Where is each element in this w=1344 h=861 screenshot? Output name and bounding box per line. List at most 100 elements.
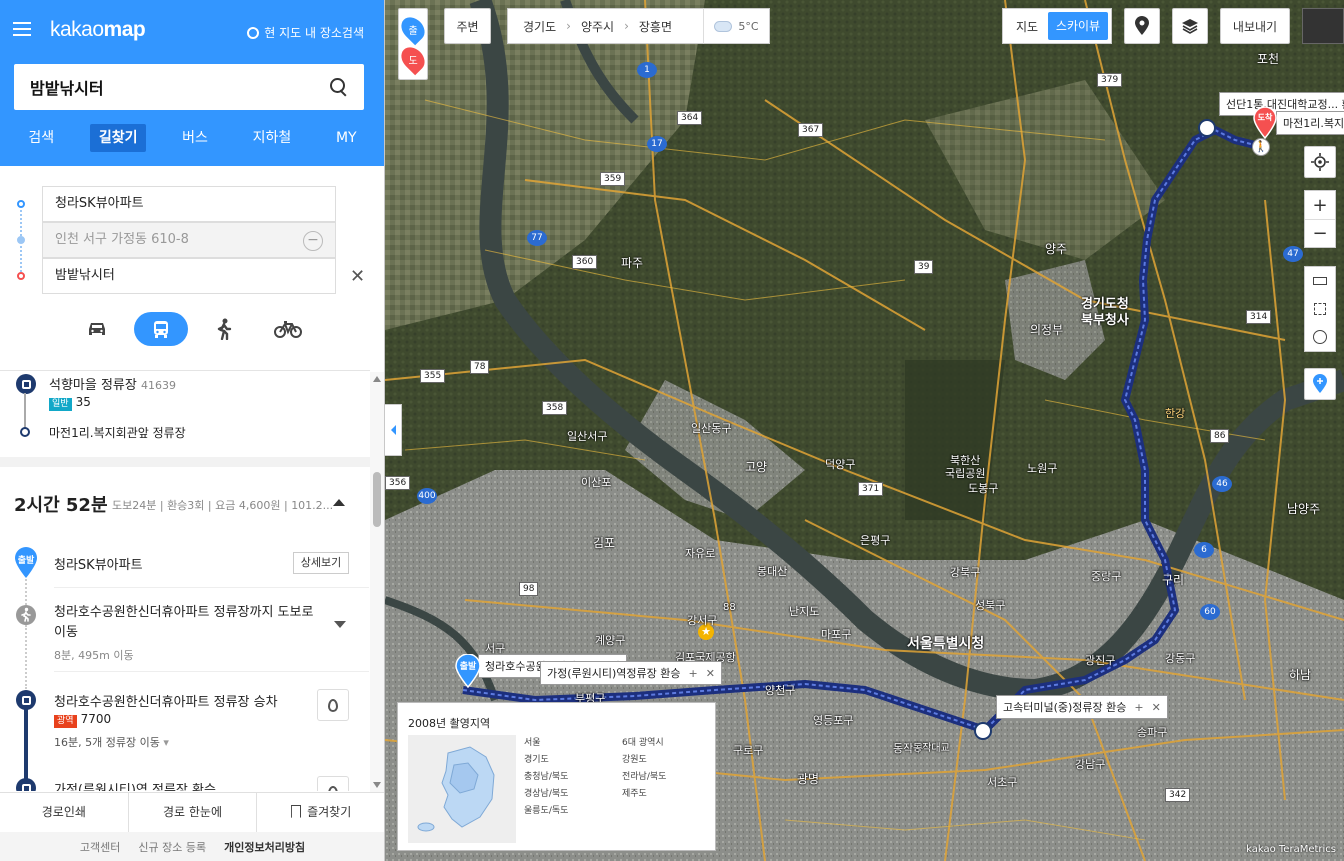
walk-icon[interactable] — [197, 312, 251, 346]
route-label-transfer2[interactable]: 고속터미널(중)정류장 환승 + ✕ — [996, 695, 1168, 719]
privacy-link[interactable]: 개인정보처리방침 — [224, 839, 305, 855]
scroll-down-icon[interactable] — [373, 782, 381, 788]
weather-widget[interactable]: 5°C — [703, 8, 770, 44]
map-label-seongbuk[interactable]: 성북구 — [975, 597, 1005, 613]
end-pin-icon[interactable]: 도착 — [1252, 106, 1278, 140]
bus-stop-icon[interactable] — [974, 722, 992, 740]
board-step-title[interactable]: 청라호수공원한신더휴아파트 정류장 승차 — [54, 691, 278, 710]
map-label-yeongdeungpo[interactable]: 영등포구 — [813, 712, 853, 728]
map-label-hanam[interactable]: 하남 — [1289, 666, 1311, 683]
map-label-pocheon[interactable]: 포천 — [1257, 50, 1279, 67]
map-label-seocho[interactable]: 서초구 — [987, 774, 1017, 790]
minimap-thumbnail[interactable] — [1302, 8, 1344, 44]
map-label-namyangju[interactable]: 남양주 — [1287, 500, 1320, 517]
map-label-dongjakgyo[interactable]: 동작대교 — [913, 739, 950, 754]
locate-on-map-button[interactable] — [317, 776, 349, 791]
export-button[interactable]: 내보내기 — [1220, 8, 1290, 44]
favorite-button[interactable]: 즐겨찾기 — [257, 793, 384, 832]
via-field[interactable]: 인천 서구 가정동 610-8− — [42, 222, 336, 258]
map-label-deogyang[interactable]: 덕양구 — [825, 456, 855, 472]
map-label-nowon[interactable]: 노원구 — [1027, 460, 1057, 476]
search-icon[interactable] — [330, 78, 348, 96]
tab-directions[interactable]: 길찾기 — [89, 124, 147, 152]
location-pin-button[interactable] — [1124, 8, 1160, 44]
map-label-gwangjin[interactable]: 광진구 — [1085, 652, 1115, 668]
kakaomap-logo[interactable]: kakaomap — [50, 18, 146, 42]
map-label-guro[interactable]: 구로구 — [733, 742, 763, 758]
map-label-guri[interactable]: 구리 — [1162, 571, 1184, 588]
expand-icon[interactable]: + — [689, 667, 698, 680]
map-label-paju[interactable]: 파주 — [621, 254, 643, 271]
end-field[interactable]: 밤밭낚시터 — [42, 258, 336, 294]
map-label-bongdaesan[interactable]: 봉대산 — [757, 563, 787, 579]
map-label-dobong[interactable]: 도봉구 — [968, 480, 998, 496]
route-label-end[interactable]: 마전1리.복지회 — [1276, 111, 1344, 135]
remove-via-icon[interactable]: − — [303, 231, 323, 251]
map-label-gimpo[interactable]: 김포 — [593, 534, 615, 551]
start-stop-name[interactable]: 청라SK뷰아파트 — [54, 554, 143, 573]
set-end-button[interactable]: 도 — [396, 42, 430, 76]
locate-on-map-button[interactable] — [317, 689, 349, 721]
set-start-button[interactable]: 출 — [396, 12, 430, 46]
prev-stop-end[interactable]: 마전1리.복지회관앞 정류장 — [49, 424, 186, 441]
current-location-button[interactable] — [1304, 146, 1336, 178]
close-icon[interactable]: ✕ — [350, 266, 365, 287]
map-label-ilsandong[interactable]: 일산동구 — [691, 420, 731, 436]
start-field[interactable]: 청라SK뷰아파트 — [42, 186, 336, 222]
close-icon[interactable]: ✕ — [706, 667, 715, 680]
route-total-time[interactable]: 2시간 52분 — [14, 491, 108, 517]
walk-step-title[interactable]: 청라호수공원한신더휴아파트 정류장까지 도보로 이동 — [54, 603, 319, 643]
compass-icon[interactable] — [1305, 323, 1335, 351]
menu-icon[interactable] — [13, 22, 31, 36]
map-label-uijeongbu[interactable]: 의정부 — [1030, 321, 1063, 338]
route-overview-button[interactable]: 경로 한눈에 — [129, 793, 258, 832]
map-label-jungnang[interactable]: 중랑구 — [1091, 568, 1121, 584]
map-view[interactable]: 파주 고양 김포 서울특별시청 의정부 양주 구리 남양주 하남 광명 포천 경… — [385, 0, 1344, 861]
scroll-up-icon[interactable] — [373, 376, 381, 382]
sidebar-collapse-button[interactable] — [385, 404, 402, 456]
breadcrumb-item[interactable]: 양주시 — [581, 18, 614, 35]
scroll-thumb[interactable] — [373, 472, 381, 527]
map-label-hangang[interactable]: 한강 — [1165, 405, 1185, 421]
add-place-button[interactable] — [1304, 368, 1336, 400]
map-label-seoul[interactable]: 서울특별시청 — [907, 633, 984, 653]
map-label-songpa[interactable]: 송파구 — [1137, 724, 1167, 740]
prev-stop-name[interactable]: 석향마을 정류장 41639 — [49, 374, 176, 393]
tab-subway[interactable]: 지하철 — [244, 124, 301, 152]
map-label-gangseo[interactable]: 강서구 — [687, 612, 717, 628]
nearby-button[interactable]: 주변 — [444, 8, 491, 44]
map-label-yangcheon[interactable]: 양천구 — [765, 682, 795, 698]
collapse-route-icon[interactable] — [333, 499, 345, 506]
map-label-jayuro[interactable]: 자유로 — [685, 545, 715, 561]
map-label-goyang[interactable]: 고양 — [745, 458, 767, 475]
detail-button[interactable]: 상세보기 — [293, 552, 349, 574]
map-label-gwangmyeong[interactable]: 광명 — [797, 770, 819, 787]
zoom-in-button[interactable]: + — [1305, 191, 1335, 219]
ruler-icon[interactable] — [1305, 267, 1335, 295]
map-label-eunpyeong[interactable]: 은평구 — [860, 532, 890, 548]
map-label-mapo[interactable]: 마포구 — [821, 626, 851, 642]
expand-icon[interactable] — [334, 621, 346, 628]
list-scrollbar[interactable] — [370, 372, 384, 792]
board-step-info[interactable]: 16분, 5개 정류장 이동 ▾ — [54, 734, 169, 750]
map-label-bukhansan[interactable]: 북한산 국립공원 — [945, 454, 985, 480]
register-place-link[interactable]: 신규 장소 등록 — [138, 839, 206, 855]
map-label-north-gov[interactable]: 경기도청 북부청사 — [1081, 297, 1129, 329]
breadcrumb-item[interactable]: 장흥면 — [639, 18, 672, 35]
route-label-transfer1[interactable]: 가정(루원시티)역정류장 환승 + ✕ — [540, 661, 722, 685]
transfer-step-title[interactable]: 가정(루원시티)역 정류장 환승 — [54, 779, 216, 791]
start-pin-icon[interactable]: 출발 — [454, 653, 482, 689]
map-label-gangdong[interactable]: 강동구 — [1165, 650, 1195, 666]
map-label-nanji[interactable]: 난지도 — [789, 603, 819, 619]
bus-stop-icon[interactable] — [1198, 119, 1216, 137]
car-icon[interactable] — [70, 312, 124, 346]
map-label-ilsan[interactable]: 일산서구 — [567, 428, 607, 444]
map-label-yangju[interactable]: 양주 — [1045, 240, 1067, 257]
route-results-list[interactable]: 석향마을 정류장 41639 일반 35 마전1리.복지회관앞 정류장 2시간 5… — [0, 370, 370, 791]
layers-button[interactable] — [1172, 8, 1208, 44]
skyview-button[interactable]: 스카이뷰 — [1048, 12, 1108, 40]
breadcrumb-item[interactable]: 경기도 — [523, 18, 556, 35]
map-area-search-toggle[interactable]: 현 지도 내 장소검색 — [247, 24, 364, 41]
area-measure-icon[interactable] — [1305, 295, 1335, 323]
close-icon[interactable]: ✕ — [1152, 701, 1161, 714]
